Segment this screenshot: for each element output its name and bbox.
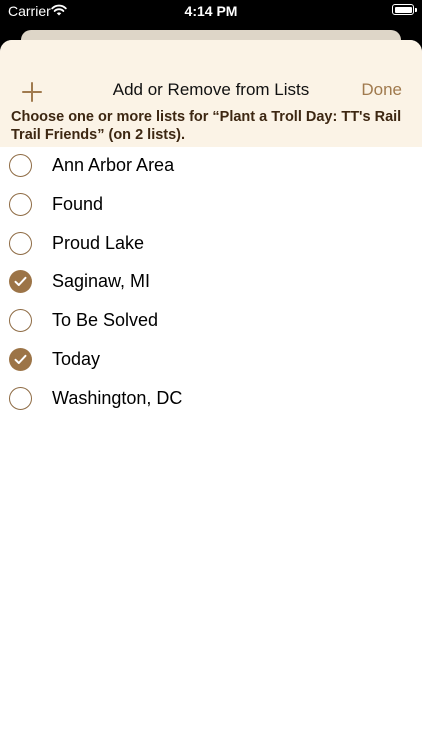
list-item[interactable]: Proud Lake (0, 225, 422, 264)
empty-circle-icon[interactable] (9, 309, 32, 333)
list-item[interactable]: Today (0, 341, 422, 380)
sheet-header: Add or Remove from Lists Done Choose one… (0, 40, 422, 147)
list-item-label: Found (52, 193, 104, 214)
list-item-label: To Be Solved (52, 310, 159, 331)
instructions-text: Choose one or more lists for “Plant a Tr… (11, 109, 402, 143)
list-item[interactable]: Washington, DC (0, 380, 422, 419)
empty-circle-icon[interactable] (9, 154, 32, 177)
list-item-label: Ann Arbor Area (52, 155, 175, 175)
checkmark-circle-icon[interactable] (9, 347, 32, 371)
empty-circle-icon[interactable] (9, 231, 32, 255)
lists-sheet: Add or Remove from Lists Done Choose one… (0, 40, 422, 750)
add-list-button[interactable] (18, 78, 46, 106)
done-button[interactable]: Done (361, 80, 402, 100)
list-item-label: Saginaw, MI (52, 271, 151, 292)
list-item[interactable]: Ann Arbor Area (0, 147, 422, 186)
checkmark-circle-icon[interactable] (9, 270, 32, 294)
list-item[interactable]: Found (0, 186, 422, 225)
empty-circle-icon[interactable] (9, 192, 32, 216)
lists-list: Ann Arbor Area Found Proud Lake Saginaw, MI… (0, 147, 422, 419)
list-item-label: Proud Lake (52, 232, 145, 253)
status-bar: Carrier 4:14 PM (0, 0, 422, 24)
list-item[interactable]: Saginaw, MI (0, 263, 422, 302)
empty-circle-icon[interactable] (9, 386, 32, 410)
list-item-label: Today (52, 348, 101, 369)
plus-icon (22, 82, 42, 102)
list-item[interactable]: To Be Solved (0, 302, 422, 341)
battery-icon (392, 4, 417, 15)
page-title: Add or Remove from Lists (112, 80, 310, 99)
status-time: 4:14 PM (184, 3, 238, 19)
list-item-label: Washington, DC (52, 387, 183, 408)
